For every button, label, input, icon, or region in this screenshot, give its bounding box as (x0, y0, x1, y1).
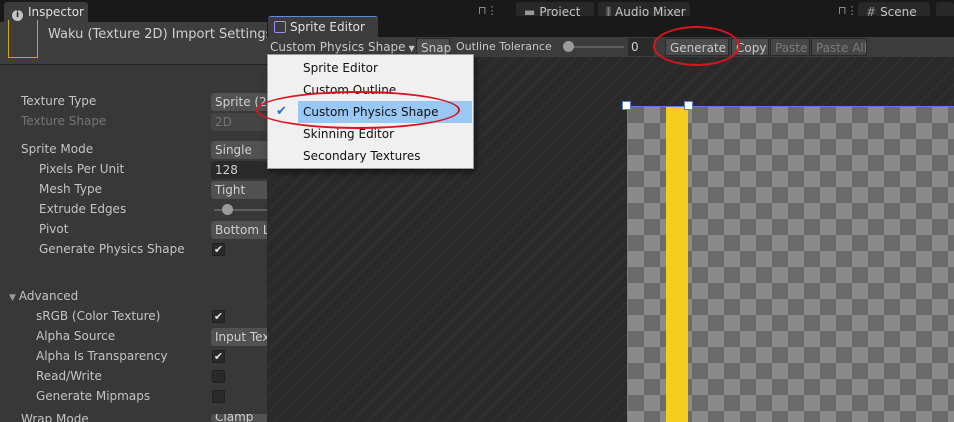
texture-type-label: Texture Type (21, 94, 97, 108)
annotation-circle-generate (653, 26, 740, 66)
generate-mipmaps-checkbox[interactable] (212, 390, 225, 403)
tab-sprite-editor[interactable]: Sprite Editor (268, 16, 378, 37)
pixels-per-unit-input[interactable]: 128 (211, 161, 271, 179)
annotation-circle-physics-shape (256, 91, 460, 129)
pivot-dropdown[interactable]: Bottom L (211, 221, 271, 239)
sprite-yellow-bar (666, 107, 688, 422)
pivot-label: Pivot (39, 222, 69, 236)
outline-tolerance-input[interactable]: 0 (628, 38, 654, 56)
mesh-type-dropdown[interactable]: Tight (211, 181, 271, 199)
sprite-mode-dropdown[interactable]: Single (211, 141, 271, 159)
wrap-mode-label: Wrap Mode (21, 414, 89, 422)
alpha-source-dropdown[interactable]: Input Tex (211, 328, 271, 346)
extrude-edges-slider-knob[interactable] (222, 204, 233, 215)
srgb-checkbox[interactable]: ✔ (212, 310, 225, 323)
alpha-source-label: Alpha Source (36, 329, 116, 343)
paste-all-button[interactable]: Paste All (811, 38, 867, 56)
texture-shape-label: Texture Shape (21, 114, 107, 128)
triangle-down-icon: ▼ (9, 293, 16, 303)
paste-button[interactable]: Paste (770, 38, 810, 56)
checkmark-icon: ✔ (213, 350, 224, 363)
shape-handle-top[interactable] (684, 101, 693, 110)
shape-handle-top-left[interactable] (622, 101, 631, 110)
checkmark-icon: ✔ (213, 310, 224, 323)
generate-mipmaps-label: Generate Mipmaps (36, 389, 151, 403)
outline-tolerance-slider-track[interactable] (566, 46, 624, 48)
texture-thumbnail (8, 20, 38, 58)
wrap-mode-label-text: Wrap Mode (21, 414, 89, 422)
sprite-editor-icon (274, 21, 286, 33)
tab-inspector-label: Inspector (28, 5, 84, 19)
srgb-label: sRGB (Color Texture) (36, 309, 161, 323)
mesh-type-label: Mesh Type (39, 182, 102, 196)
inspector-header-title: Waku (Texture 2D) Import Settings (48, 27, 267, 42)
sprite-mode-label: Sprite Mode (21, 142, 94, 156)
extrude-edges-label: Extrude Edges (39, 202, 127, 216)
read-write-checkbox[interactable] (212, 370, 225, 383)
tab-inspector[interactable]: i Inspector (4, 2, 88, 22)
sprite-editor-tab-label: Sprite Editor (290, 20, 365, 34)
alpha-is-transparency-label: Alpha Is Transparency (36, 349, 168, 363)
checkmark-icon: ✔ (213, 243, 224, 256)
editor-mode-value: Custom Physics Shape (270, 40, 406, 54)
advanced-foldout[interactable]: ▼ Advanced (9, 289, 78, 303)
generate-physics-shape-label: Generate Physics Shape (39, 242, 185, 256)
read-write-label: Read/Write (36, 369, 102, 383)
wrap-mode-value: Clamp (215, 414, 254, 422)
pixels-per-unit-label: Pixels Per Unit (39, 162, 125, 176)
outline-tolerance-slider-knob[interactable] (563, 41, 574, 52)
caret-down-icon: ▼ (408, 44, 415, 53)
wrap-mode-dropdown[interactable]: Clamp (211, 414, 271, 422)
menu-item-secondary-textures[interactable]: Secondary Textures (268, 145, 473, 167)
generate-physics-shape-checkbox[interactable]: ✔ (212, 243, 225, 256)
advanced-label: Advanced (18, 289, 79, 303)
menu-item-sprite-editor[interactable]: Sprite Editor (268, 57, 473, 79)
alpha-is-transparency-checkbox[interactable]: ✔ (212, 350, 225, 363)
